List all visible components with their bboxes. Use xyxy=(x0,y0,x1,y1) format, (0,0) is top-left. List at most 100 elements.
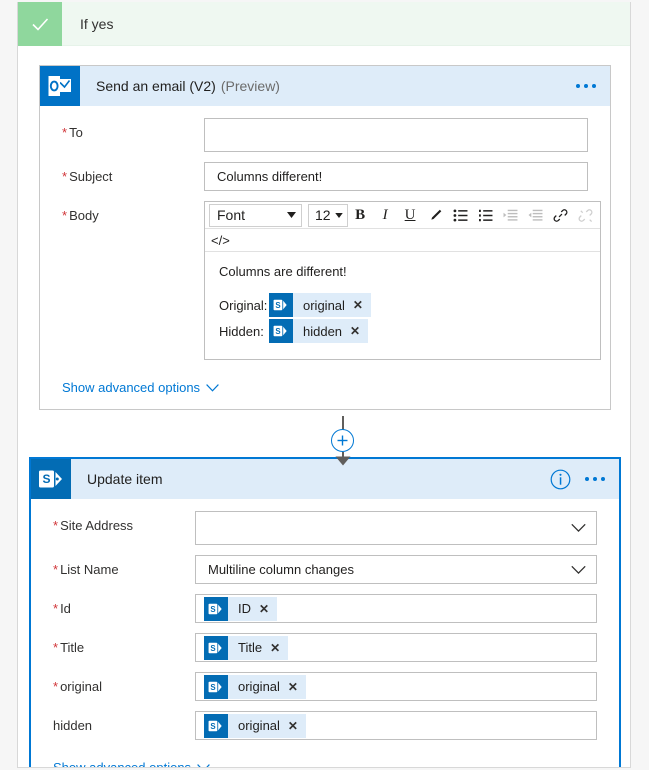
advanced-label: Show advanced options xyxy=(62,380,201,395)
dynamic-content-token-original[interactable]: S original ✕ xyxy=(204,674,306,699)
font-family-value: Font xyxy=(217,207,246,223)
token-body: original ✕ xyxy=(228,674,306,699)
flow-designer-canvas: If yes Send an email (V2) (Preview) * To… xyxy=(0,0,649,770)
close-icon[interactable]: ✕ xyxy=(288,720,298,732)
token-body: original ✕ xyxy=(228,713,306,738)
required-asterisk: * xyxy=(53,640,59,655)
send-email-action-card[interactable]: Send an email (V2) (Preview) * To * Subj… xyxy=(39,65,611,410)
hidden-label: hidden xyxy=(53,718,93,733)
token-body: hidden ✕ xyxy=(293,319,369,343)
bold-button[interactable]: B xyxy=(348,203,373,227)
send-email-card-body: * To * Subject Columns different! * Body… xyxy=(40,106,610,409)
ellipsis-icon[interactable] xyxy=(585,477,605,481)
id-label: * Id xyxy=(53,601,71,616)
show-advanced-options-email[interactable]: Show advanced options xyxy=(62,370,219,401)
token-label: original xyxy=(238,718,280,733)
required-asterisk: * xyxy=(62,125,68,140)
title-input[interactable]: S Title ✕ xyxy=(195,633,597,662)
dynamic-content-token-hidden[interactable]: S original ✕ xyxy=(204,713,306,738)
editor-token-row-original: Original: S original ✕ xyxy=(219,293,586,317)
hidden-input[interactable]: S original ✕ xyxy=(195,711,597,740)
italic-button[interactable]: I xyxy=(373,203,398,227)
id-input[interactable]: S ID ✕ xyxy=(195,594,597,623)
token-label: Title xyxy=(238,640,263,655)
close-icon[interactable]: ✕ xyxy=(259,603,269,615)
svg-text:S: S xyxy=(210,722,215,731)
add-step-button[interactable] xyxy=(331,429,354,452)
code-view-button[interactable]: </> xyxy=(211,233,230,248)
svg-text:S: S xyxy=(210,683,215,692)
required-asterisk: * xyxy=(62,208,68,223)
flow-connector xyxy=(320,416,366,466)
arrow-down-icon xyxy=(335,452,351,466)
bulleted-list-icon[interactable] xyxy=(448,203,473,227)
sharepoint-icon: S xyxy=(269,319,293,343)
dynamic-content-token-hidden[interactable]: S hidden ✕ xyxy=(269,319,369,343)
field-row-to: * To xyxy=(62,118,588,152)
dynamic-content-token-original[interactable]: S original ✕ xyxy=(269,293,371,317)
numbered-list-icon[interactable] xyxy=(473,203,498,227)
update-item-card-title: Update item xyxy=(71,459,550,499)
original-label: Original: xyxy=(219,297,268,313)
font-size-select[interactable]: 12 xyxy=(308,203,348,227)
sharepoint-icon: S xyxy=(204,713,228,738)
info-icon[interactable] xyxy=(550,469,571,490)
ellipsis-icon[interactable] xyxy=(576,84,596,88)
subject-input[interactable]: Columns different! xyxy=(204,162,588,191)
font-family-select[interactable]: Font xyxy=(209,203,302,227)
token-label: original xyxy=(238,679,280,694)
unlink-icon[interactable] xyxy=(573,203,598,227)
update-item-action-card[interactable]: S Update item * Site Address * List Name… xyxy=(29,457,621,767)
close-icon[interactable]: ✕ xyxy=(270,642,280,654)
text-color-pen-icon[interactable] xyxy=(423,203,448,227)
site-address-dropdown[interactable] xyxy=(195,511,597,545)
underline-button[interactable]: U xyxy=(398,203,423,227)
hidden-label: Hidden: xyxy=(219,323,264,339)
svg-text:S: S xyxy=(275,301,280,310)
link-icon[interactable] xyxy=(548,203,573,227)
sharepoint-icon: S xyxy=(269,293,293,317)
plus-icon xyxy=(337,435,348,446)
action-title: Send an email (V2) xyxy=(96,78,216,94)
svg-text:S: S xyxy=(42,472,50,486)
update-item-card-header[interactable]: S Update item xyxy=(31,459,619,499)
token-body: Title ✕ xyxy=(228,635,289,660)
sharepoint-icon: S xyxy=(204,596,228,621)
dynamic-content-token-title[interactable]: S Title ✕ xyxy=(204,635,289,660)
to-input[interactable] xyxy=(204,118,588,152)
outlook-icon xyxy=(40,66,80,106)
token-label: hidden xyxy=(303,323,343,339)
field-row-title: * Title S Title ✕ xyxy=(53,633,597,662)
sharepoint-icon: S xyxy=(204,635,228,660)
original-label: * original xyxy=(53,679,102,694)
send-email-card-actions xyxy=(576,66,610,106)
field-row-list-name: * List Name Multiline column changes xyxy=(53,555,597,584)
font-size-value: 12 xyxy=(315,207,331,223)
body-rich-text-editor[interactable]: Font 12 B I U </> Columns are different!… xyxy=(204,201,601,360)
sharepoint-icon: S xyxy=(204,674,228,699)
update-item-card-body: * Site Address * List Name Multiline col… xyxy=(31,499,619,767)
field-row-body: * Body Font 12 B I U </> Columns are dif… xyxy=(62,201,601,360)
connector-line xyxy=(342,416,344,430)
update-item-card-actions xyxy=(550,459,619,499)
close-icon[interactable]: ✕ xyxy=(288,681,298,693)
field-row-original: * original S original ✕ xyxy=(53,672,597,701)
dynamic-content-token-id[interactable]: S ID ✕ xyxy=(204,596,278,621)
list-name-value: Multiline column changes xyxy=(208,562,354,577)
subject-value: Columns different! xyxy=(217,169,323,184)
field-row-site-address: * Site Address xyxy=(53,511,597,545)
show-advanced-options-update[interactable]: Show advanced options xyxy=(53,750,210,767)
original-input[interactable]: S original ✕ xyxy=(195,672,597,701)
subject-label: * Subject xyxy=(62,169,113,184)
close-icon[interactable]: ✕ xyxy=(353,299,363,311)
send-email-card-header[interactable]: Send an email (V2) (Preview) xyxy=(40,66,610,106)
decrease-indent-icon[interactable] xyxy=(498,203,523,227)
list-name-dropdown[interactable]: Multiline column changes xyxy=(195,555,597,584)
checkmark-icon xyxy=(18,2,62,46)
editor-body-text: Columns are different! xyxy=(219,264,347,279)
chevron-down-icon xyxy=(571,565,586,574)
increase-indent-icon[interactable] xyxy=(523,203,548,227)
editor-content-area[interactable]: Columns are different! Original: S origi… xyxy=(205,252,600,359)
token-body: ID ✕ xyxy=(228,596,278,621)
close-icon[interactable]: ✕ xyxy=(350,325,360,337)
